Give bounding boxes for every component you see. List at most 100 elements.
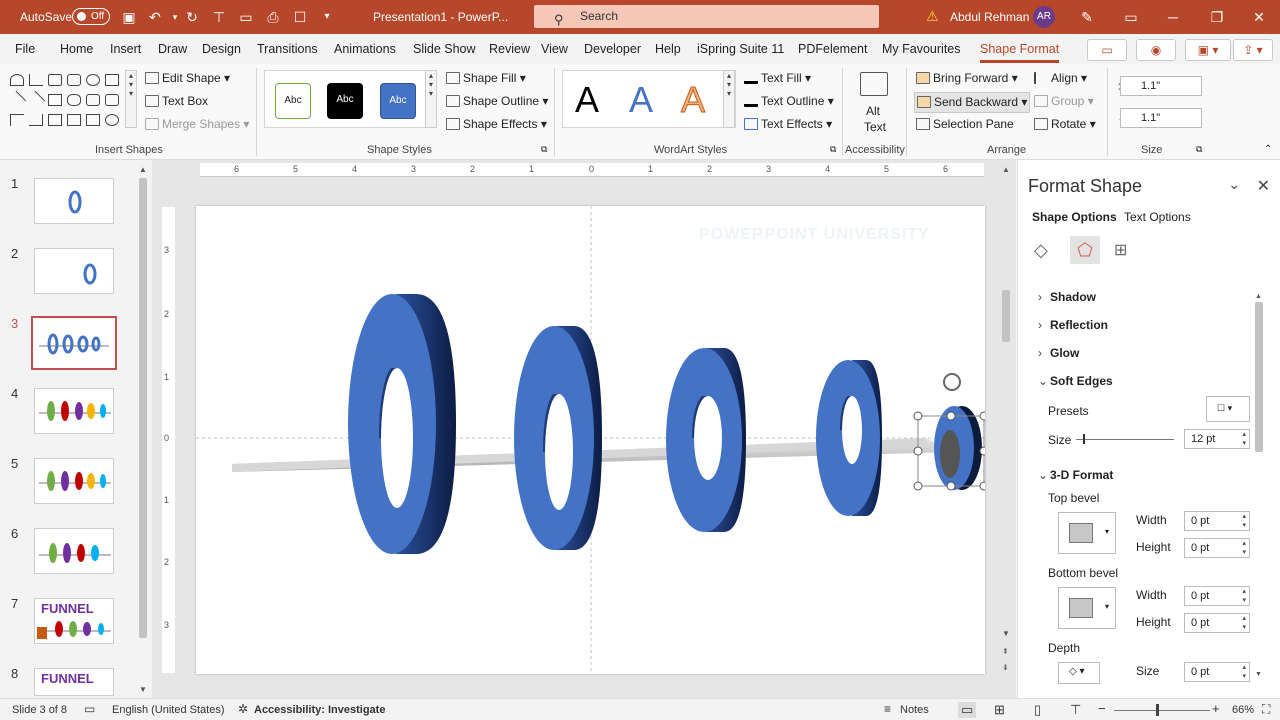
pen-icon[interactable]: ✎ (1078, 8, 1096, 26)
tab-view[interactable]: View (541, 42, 568, 56)
pane-close-icon[interactable]: ✕ (1257, 176, 1270, 196)
styles-gallery-scroll[interactable]: ▴ ▾ ▾ (425, 70, 437, 128)
collapse-ribbon-icon[interactable]: ⌃ (1264, 144, 1272, 155)
ring-2[interactable] (514, 326, 602, 550)
wordart-orange[interactable]: A (680, 79, 705, 121)
tab-ispring[interactable]: iSpring Suite 11 (697, 42, 784, 56)
alt-text-label-1[interactable]: Alt (866, 104, 880, 118)
customize-toolbar-icon[interactable]: ▾ (318, 8, 336, 26)
top-bevel-height-input[interactable]: 0 pt ▴ ▾ (1184, 538, 1250, 558)
shape-styles-launcher-icon[interactable]: ⧉ (541, 144, 547, 155)
shape-outline-button[interactable]: Shape Outline ▾ (446, 94, 548, 108)
shape-connector-icon[interactable] (10, 114, 24, 126)
ring-3[interactable] (666, 348, 746, 532)
reading-view-icon[interactable]: ▯ (1034, 702, 1041, 718)
align-button[interactable]: Align ▾ (1034, 71, 1087, 85)
tab-file[interactable]: File (15, 42, 35, 56)
bring-forward-button[interactable]: Bring Forward ▾ (916, 71, 1018, 85)
undo-dropdown-icon[interactable]: ▾ (166, 8, 184, 26)
slide-thumbnail-2[interactable] (34, 248, 114, 294)
comments-button[interactable]: ▭ (1087, 39, 1127, 61)
zoom-out-icon[interactable]: − (1098, 701, 1106, 716)
shape-snip-icon[interactable] (105, 94, 119, 106)
notes-icon[interactable]: ≡ (884, 702, 891, 716)
style-preset-2[interactable]: Abc (327, 83, 363, 119)
ring-5-selected[interactable] (934, 406, 982, 490)
pane-options-chevron-icon[interactable]: ⌄ (1228, 176, 1240, 193)
shape-circle-icon[interactable] (86, 74, 100, 86)
notes-button[interactable]: Notes (900, 704, 929, 716)
search-input[interactable]: Search (580, 9, 618, 23)
zoom-in-icon[interactable]: + (1212, 701, 1220, 716)
size-properties-icon[interactable]: ⊞ (1114, 240, 1127, 260)
slide-thumbnail-3[interactable] (31, 316, 117, 370)
shape-elbow-icon[interactable] (29, 114, 43, 126)
fill-line-icon[interactable]: ◇ (1034, 240, 1048, 261)
start-slideshow-icon[interactable]: ▭ (237, 8, 255, 26)
wordart-black[interactable]: A (575, 79, 599, 121)
tab-help[interactable]: Help (655, 42, 681, 56)
text-box-button[interactable]: Text Box (145, 94, 208, 108)
zoom-slider-thumb[interactable] (1156, 704, 1159, 716)
shape-rounded2-icon[interactable] (86, 94, 100, 106)
shape-arrow-icon[interactable] (26, 90, 46, 110)
tab-insert[interactable]: Insert (110, 42, 141, 56)
top-bevel-width-input[interactable]: 0 pt ▴ ▾ (1184, 511, 1250, 531)
soft-edge-size-input[interactable]: 12 pt ▴ ▾ (1184, 429, 1250, 449)
edit-shape-button[interactable]: Edit Shape ▾ (145, 71, 230, 85)
wordart-blue[interactable]: A (629, 79, 653, 121)
shape-square-icon[interactable] (48, 94, 62, 106)
size-launcher-icon[interactable]: ⧉ (1196, 144, 1202, 155)
tab-design[interactable]: Design (202, 42, 241, 56)
send-backward-button[interactable]: Send Backward ▾ (914, 92, 1031, 113)
alt-text-label-2[interactable]: Text (864, 120, 886, 134)
slide-canvas[interactable]: POWERPOINT UNIVERSITY (196, 206, 985, 674)
alt-text-icon[interactable] (860, 72, 888, 96)
ribbon-display-icon[interactable]: ▭ (1122, 8, 1140, 26)
text-effects-button[interactable]: Text Effects ▾ (744, 117, 832, 131)
shape-oval2-icon[interactable] (67, 94, 81, 106)
thumbnail-scrollbar[interactable]: ▲ ▼ (136, 162, 150, 696)
section-reflection[interactable]: › Reflection (1038, 318, 1108, 332)
slide-thumbnail-4[interactable] (34, 388, 114, 434)
fit-slide-icon[interactable]: ⛶ (1262, 702, 1270, 717)
slide-thumbnail-1[interactable] (34, 178, 114, 224)
wordart-launcher-icon[interactable]: ⧉ (830, 144, 836, 155)
minimize-icon[interactable]: ─ (1164, 8, 1182, 26)
save-icon[interactable]: ▣ (120, 8, 138, 26)
section-shadow[interactable]: › Shadow (1038, 290, 1096, 304)
print-icon[interactable]: ⎙ (264, 8, 282, 26)
tab-my-favourites[interactable]: My Favourites (882, 42, 961, 56)
depth-color-dropdown[interactable]: ◇ ▾ (1058, 662, 1100, 684)
text-outline-button[interactable]: Text Outline ▾ (744, 94, 834, 108)
tab-text-options[interactable]: Text Options (1124, 210, 1191, 224)
shape-effects-button[interactable]: Shape Effects ▾ (446, 117, 547, 131)
restore-icon[interactable]: ❐ (1208, 8, 1226, 26)
undo-icon[interactable]: ↶ (146, 8, 164, 26)
tab-developer[interactable]: Developer (584, 42, 641, 56)
tab-pdfelement[interactable]: PDFelement (798, 42, 867, 56)
shape-triangle-icon[interactable] (29, 74, 43, 86)
tab-shape-format[interactable]: Shape Format (980, 42, 1060, 63)
share-button[interactable]: ⇪ ▾ (1233, 39, 1273, 61)
avatar[interactable]: AR (1033, 6, 1055, 28)
slider-thumb[interactable] (1083, 434, 1085, 444)
search-box[interactable]: ⚲ Search (534, 5, 879, 28)
slideshow-view-icon[interactable]: ⊤ (1070, 702, 1081, 718)
section-glow[interactable]: › Glow (1038, 346, 1079, 360)
zoom-slider[interactable] (1114, 710, 1210, 711)
selection-pane-button[interactable]: Selection Pane (916, 117, 1014, 131)
warning-icon[interactable]: ⚠ (926, 8, 939, 25)
shape-styles-gallery[interactable]: Abc Abc Abc (264, 70, 428, 128)
rotate-button[interactable]: Rotate ▾ (1034, 117, 1096, 131)
effects-pentagon-icon[interactable]: ⬠ (1070, 236, 1100, 264)
shape-height-input[interactable]: 1.1" (1120, 76, 1202, 96)
accessibility-status[interactable]: Accessibility: Investigate (254, 704, 385, 716)
style-preset-3[interactable]: Abc (380, 83, 416, 119)
merge-shapes-button[interactable]: Merge Shapes ▾ (145, 117, 249, 131)
canvas-scrollbar[interactable]: ▲ ▼ ⇞ ⇟ (999, 162, 1013, 682)
user-name[interactable]: Abdul Rehman (950, 10, 1029, 24)
present-icon[interactable]: ⊤ (210, 8, 228, 26)
shape-down-arrow-icon[interactable] (67, 114, 81, 126)
record-button[interactable]: ◉ (1136, 39, 1176, 61)
